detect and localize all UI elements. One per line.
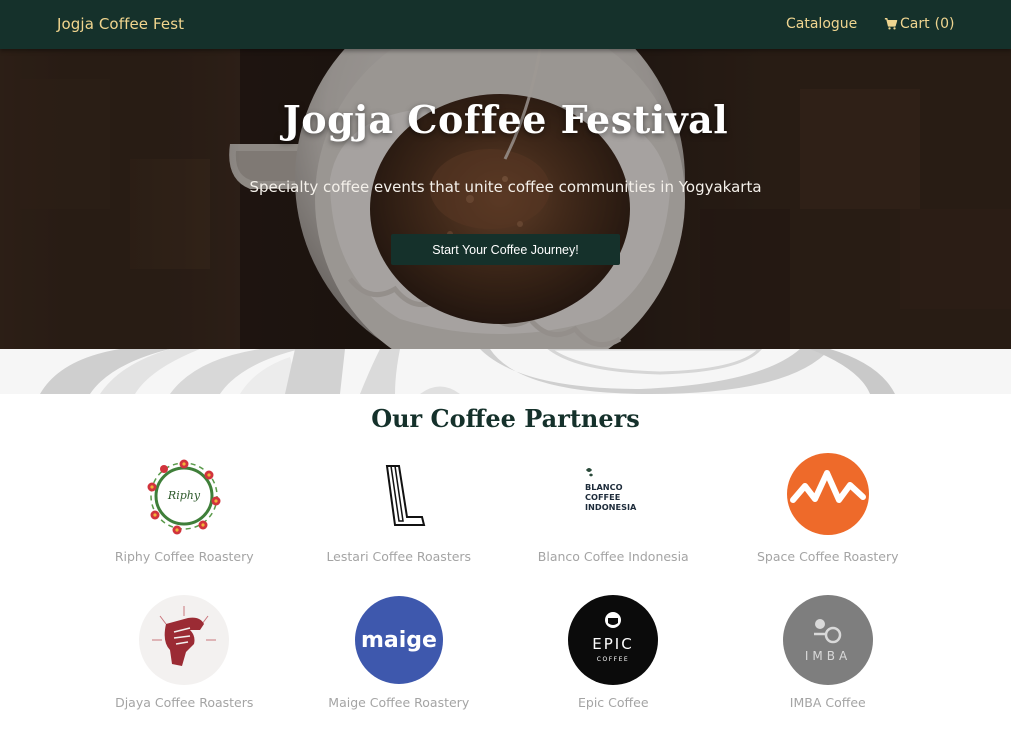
nav-cart-link[interactable]: Cart (0) bbox=[884, 16, 954, 32]
blanco-text-logo-icon: BLANCO COFFEE INDONESIA bbox=[566, 449, 661, 543]
svg-text:COFFEE: COFFEE bbox=[597, 656, 629, 663]
partners-section-title: Our Coffee Partners bbox=[371, 404, 640, 433]
start-journey-button[interactable]: Start Your Coffee Journey! bbox=[391, 234, 620, 265]
imba-gray-circle-icon: IMBA bbox=[782, 595, 873, 685]
riphy-logo: Riphy bbox=[137, 449, 232, 543]
partner-card-maige[interactable]: maige Maige Coffee Roastery bbox=[292, 591, 507, 735]
maige-blue-circle-icon: maige bbox=[354, 596, 443, 684]
djaya-hand-icon bbox=[139, 595, 230, 685]
decorative-wave-band bbox=[0, 349, 1011, 394]
svg-text:INDONESIA: INDONESIA bbox=[585, 502, 637, 512]
partner-card-djaya[interactable]: Djaya Coffee Roasters bbox=[77, 591, 292, 735]
djaya-logo bbox=[138, 594, 230, 686]
partner-card-epic[interactable]: EPIC COFFEE Epic Coffee bbox=[506, 591, 721, 735]
partner-card-space[interactable]: Space Coffee Roastery bbox=[721, 445, 936, 591]
imba-logo: IMBA bbox=[782, 594, 874, 686]
partner-name: Maige Coffee Roastery bbox=[328, 695, 470, 710]
partners-grid: Riphy Riphy Coffee Roastery Lestari Coff… bbox=[77, 445, 935, 735]
cart-count: (0) bbox=[934, 16, 955, 32]
epic-logo: EPIC COFFEE bbox=[567, 594, 659, 686]
svg-text:COFFEE: COFFEE bbox=[585, 492, 620, 502]
partner-name: Epic Coffee bbox=[577, 695, 649, 710]
partner-card-blanco[interactable]: BLANCO COFFEE INDONESIA Blanco Coffee In… bbox=[506, 445, 721, 591]
hero-dark-overlay bbox=[0, 49, 1011, 349]
partner-card-imba[interactable]: IMBA IMBA Coffee bbox=[721, 591, 936, 735]
nav-catalogue-link[interactable]: Catalogue bbox=[786, 16, 857, 32]
partner-name: Blanco Coffee Indonesia bbox=[537, 549, 689, 564]
top-navbar: Jogja Coffee Fest Catalogue Cart (0) bbox=[0, 0, 1011, 49]
lestari-l-icon bbox=[351, 449, 446, 543]
blanco-logo: BLANCO COFFEE INDONESIA bbox=[566, 449, 661, 543]
svg-text:IMBA: IMBA bbox=[805, 649, 851, 663]
brand-logo-link[interactable]: Jogja Coffee Fest bbox=[57, 15, 184, 33]
riphy-floral-wreath-icon: Riphy bbox=[137, 449, 232, 543]
hero-banner: Jogja Coffee Festival Specialty coffee e… bbox=[0, 49, 1011, 349]
cart-label: Cart bbox=[900, 16, 930, 32]
partner-card-lestari[interactable]: Lestari Coffee Roasters bbox=[292, 445, 507, 591]
hero-subtitle: Specialty coffee events that unite coffe… bbox=[249, 178, 762, 196]
partner-name: IMBA Coffee bbox=[789, 695, 866, 710]
epic-black-circle-icon: EPIC COFFEE bbox=[568, 595, 659, 685]
svg-text:Riphy: Riphy bbox=[167, 489, 201, 502]
svg-text:maige: maige bbox=[361, 628, 437, 653]
lestari-logo bbox=[351, 449, 446, 543]
partner-card-riphy[interactable]: Riphy Riphy Coffee Roastery bbox=[77, 445, 292, 591]
space-orange-wave-icon bbox=[786, 453, 869, 535]
partner-name: Lestari Coffee Roasters bbox=[326, 549, 472, 564]
partner-name: Riphy Coffee Roastery bbox=[114, 549, 254, 564]
svg-text:BLANCO: BLANCO bbox=[585, 482, 623, 492]
maige-logo: maige bbox=[353, 594, 445, 686]
decorative-coffee-swirl-graphic bbox=[40, 349, 895, 394]
hero-title: Jogja Coffee Festival bbox=[282, 97, 729, 142]
svg-text:EPIC: EPIC bbox=[593, 635, 634, 653]
partner-name: Djaya Coffee Roasters bbox=[115, 695, 254, 710]
partner-name: Space Coffee Roastery bbox=[757, 549, 899, 564]
shopping-cart-icon bbox=[884, 18, 898, 30]
space-logo bbox=[781, 449, 875, 543]
